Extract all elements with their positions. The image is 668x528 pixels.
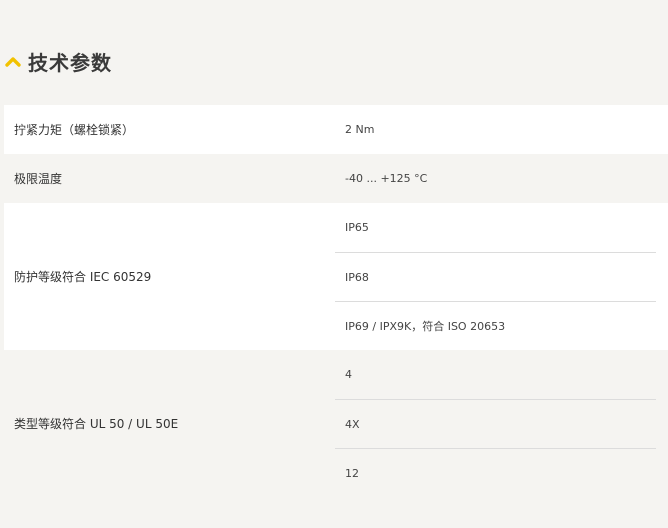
spec-value: IP65 — [345, 221, 369, 234]
spec-values: 2 Nm — [335, 105, 668, 154]
spec-value: IP68 — [335, 252, 656, 301]
spec-row: 防护等级符合 IEC 60529 IP65 IP68 IP69 / IPX9K，… — [4, 203, 668, 350]
spec-value: 4 — [345, 368, 352, 381]
spec-label: 类型等级符合 UL 50 / UL 50E — [14, 417, 179, 431]
section-title: 技术参数 — [28, 50, 112, 75]
spec-values: -40 ... +125 °C — [335, 154, 668, 203]
section-header[interactable]: 技术参数 — [4, 46, 112, 76]
spec-label: 极限温度 — [14, 172, 63, 186]
spec-table: 拧紧力矩（螺栓锁紧） 2 Nm 极限温度 -40 ... +125 °C 防护等… — [4, 105, 668, 497]
spec-label: 拧紧力矩（螺栓锁紧） — [14, 123, 135, 137]
spec-value: -40 ... +125 °C — [345, 172, 428, 185]
spec-value: 12 — [335, 448, 656, 497]
spec-values: 4 4X 12 — [335, 350, 668, 497]
spec-value: IP69 / IPX9K，符合 ISO 20653 — [335, 301, 656, 350]
spec-row: 类型等级符合 UL 50 / UL 50E 4 4X 12 — [4, 350, 668, 497]
spec-values: IP65 IP68 IP69 / IPX9K，符合 ISO 20653 — [335, 203, 668, 350]
spec-value: 4X — [335, 399, 656, 448]
spec-value: 2 Nm — [345, 123, 375, 136]
chevron-up-icon — [5, 57, 21, 67]
spec-label: 防护等级符合 IEC 60529 — [14, 270, 152, 284]
spec-row: 极限温度 -40 ... +125 °C — [4, 154, 668, 203]
spec-row: 拧紧力矩（螺栓锁紧） 2 Nm — [4, 105, 668, 154]
